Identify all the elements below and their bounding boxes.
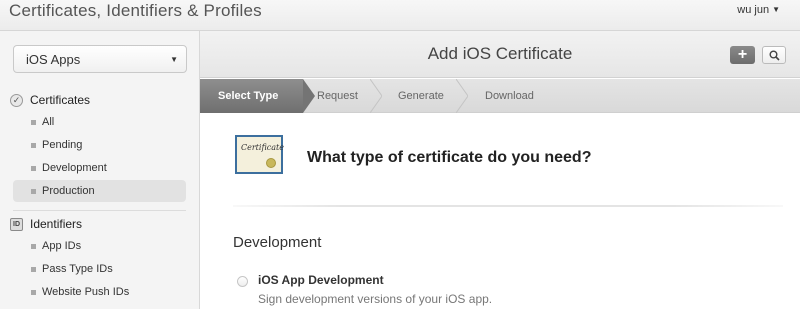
sidebar-item-label: App IDs xyxy=(42,240,82,252)
sidebar-item-label: Pending xyxy=(42,139,83,151)
add-button[interactable]: + xyxy=(730,46,755,64)
step-separator-icon xyxy=(456,79,468,113)
sidebar-divider xyxy=(13,210,186,211)
sidebar-item-production[interactable]: Production xyxy=(13,180,186,202)
page-title: Add iOS Certificate xyxy=(427,44,573,63)
sidebar-item-label: Production xyxy=(42,185,95,197)
identifiers-heading-label: Identifiers xyxy=(30,217,83,231)
search-icon xyxy=(769,50,780,61)
section-title: Development xyxy=(233,234,322,251)
app-title: Certificates, Identifiers & Profiles xyxy=(9,1,262,20)
sidebar-item-pending[interactable]: Pending xyxy=(13,134,186,156)
certificates-heading[interactable]: ✓ Certificates xyxy=(10,93,90,107)
bullet-icon xyxy=(31,267,36,272)
user-name: wu jun xyxy=(737,4,770,16)
id-icon: ID xyxy=(10,217,23,231)
sidebar-item-label: All xyxy=(42,116,55,128)
step-request[interactable]: Request xyxy=(317,79,358,113)
platform-select-value: iOS Apps xyxy=(26,52,81,67)
main-header: Add iOS Certificate + xyxy=(200,31,800,78)
option-description: Sign development versions of your iOS ap… xyxy=(258,292,493,306)
sidebar-item-label: Pass Type IDs xyxy=(42,263,113,275)
certificates-heading-label: Certificates xyxy=(30,93,91,107)
option-title[interactable]: iOS App Development xyxy=(258,273,384,287)
platform-select[interactable]: iOS Apps ▼ xyxy=(13,45,187,73)
step-generate[interactable]: Generate xyxy=(398,79,444,113)
bullet-icon xyxy=(31,166,36,171)
bullet-icon xyxy=(31,189,36,194)
step-arrow-icon xyxy=(303,79,315,113)
sidebar-item-pass-type-ids[interactable]: Pass Type IDs xyxy=(13,258,186,280)
seal-icon xyxy=(266,158,276,168)
certificate-check-icon: ✓ xyxy=(10,93,23,107)
sidebar-item-all[interactable]: All xyxy=(13,111,186,133)
sidebar-item-development[interactable]: Development xyxy=(13,157,186,179)
identifiers-heading[interactable]: ID Identifiers xyxy=(10,217,82,231)
sidebar: iOS Apps ▼ ✓ Certificates All Pending De… xyxy=(0,31,200,309)
user-menu[interactable]: wu jun ▼ xyxy=(737,4,780,16)
certificate-icon: Certificate xyxy=(235,135,284,174)
certificate-icon-text: Certificate xyxy=(241,143,284,152)
bullet-icon xyxy=(31,244,36,249)
caret-down-icon: ▼ xyxy=(170,55,178,64)
sidebar-item-app-ids[interactable]: App IDs xyxy=(13,235,186,257)
main-panel: Add iOS Certificate + Select Type Reques… xyxy=(200,31,800,309)
bullet-icon xyxy=(31,290,36,295)
search-button[interactable] xyxy=(762,46,786,64)
sidebar-item-label: Website Push IDs xyxy=(42,286,130,298)
step-download[interactable]: Download xyxy=(485,79,534,113)
step-select-type[interactable]: Select Type xyxy=(200,79,303,113)
question-heading: What type of certificate do you need? xyxy=(307,149,592,166)
bullet-icon xyxy=(31,120,36,125)
sidebar-item-label: Development xyxy=(42,162,107,174)
content-divider xyxy=(233,205,783,207)
plus-icon: + xyxy=(737,46,748,63)
ios-app-development-radio[interactable] xyxy=(237,276,248,287)
caret-down-icon: ▼ xyxy=(772,5,780,14)
sidebar-item-website-push-ids[interactable]: Website Push IDs xyxy=(13,281,186,303)
step-separator-icon xyxy=(370,79,382,113)
top-bar: Certificates, Identifiers & Profiles wu … xyxy=(0,0,800,31)
progress-steps: Select Type Request Generate Download xyxy=(200,79,800,113)
bullet-icon xyxy=(31,143,36,148)
